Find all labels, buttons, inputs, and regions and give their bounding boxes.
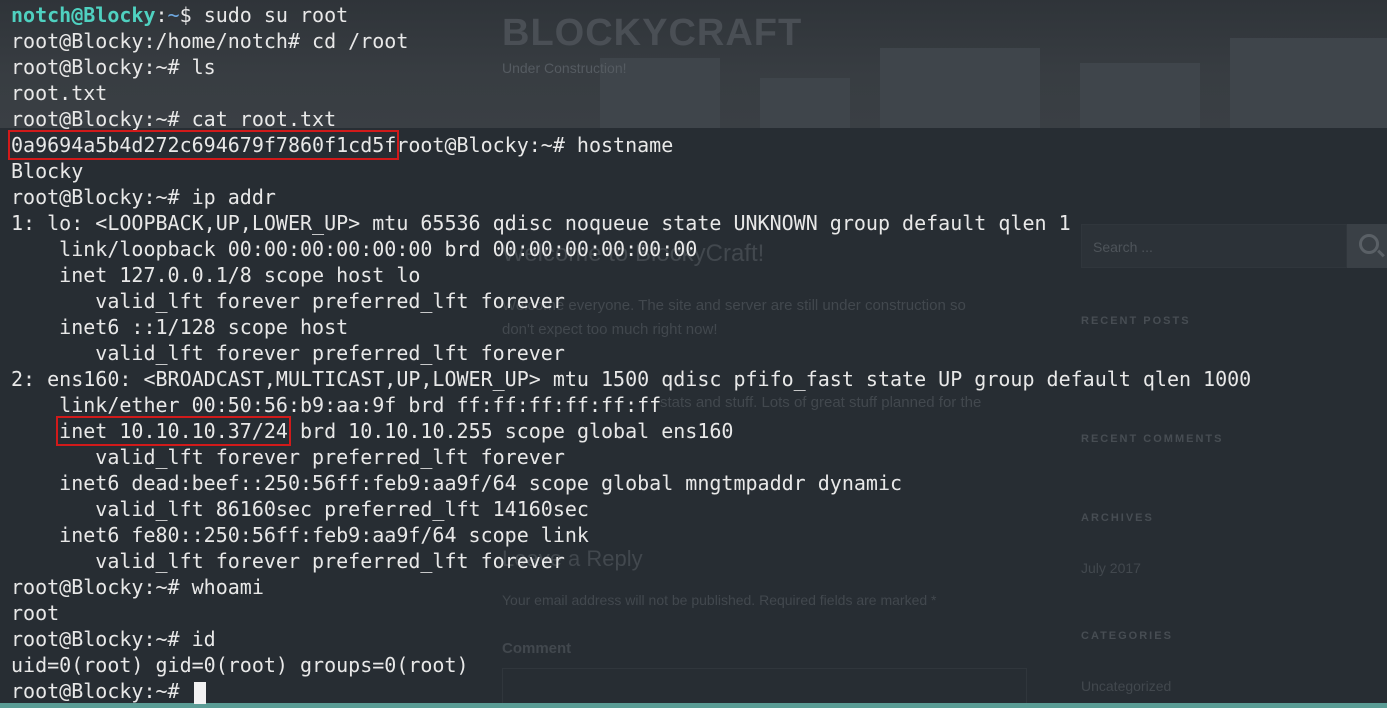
terminal-line: link/loopback 00:00:00:00:00:00 brd 00:0… [11,237,698,261]
terminal-line: root@Blocky:~# cat root.txt [11,107,337,131]
terminal-line: inet6 fe80::250:56ff:feb9:aa9f/64 scope … [11,523,589,547]
terminal-line: valid_lft forever preferred_lft forever [11,549,565,573]
terminal-line: uid=0(root) gid=0(root) groups=0(root) [11,653,469,677]
terminal-line: root@Blocky:/home/notch# cd /root [11,29,409,53]
terminal-line: 2: ens160: <BROADCAST,MULTICAST,UP,LOWER… [11,367,1252,391]
terminal-line: root@Blocky:~# ip addr [11,185,276,209]
terminal-line: link/ether 00:50:56:b9:aa:9f brd ff:ff:f… [11,393,662,417]
terminal-line: inet6 dead:beef::250:56ff:feb9:aa9f/64 s… [11,471,903,495]
terminal-line: 0a9694a5b4d272c694679f7860f1cd5froot@Blo… [7,130,674,160]
root-flag-highlight: 0a9694a5b4d272c694679f7860f1cd5f [7,130,400,160]
terminal-line: root.txt [11,81,108,105]
terminal-line: valid_lft forever preferred_lft forever [11,289,565,313]
terminal-line: root@Blocky:~# id [11,627,216,651]
terminal-line: inet 10.10.10.37/24 brd 10.10.10.255 sco… [56,416,734,446]
terminal-line: valid_lft forever preferred_lft forever [11,341,565,365]
terminal-line: valid_lft forever preferred_lft forever [11,445,565,469]
terminal-line: inet 127.0.0.1/8 scope host lo [11,263,421,287]
terminal-line: root@Blocky:~# whoami [11,575,264,599]
terminal-line: Blocky [11,159,84,183]
terminal-line: 1: lo: <LOOPBACK,UP,LOWER_UP> mtu 65536 … [11,211,1071,235]
terminal-line: notch@Blocky:~$ sudo su root [11,3,349,27]
ip-address-highlight: inet 10.10.10.37/24 [56,416,291,446]
terminal-line: root [11,601,60,625]
terminal-line: valid_lft 86160sec preferred_lft 14160se… [11,497,589,521]
terminal-line: inet6 ::1/128 scope host [11,315,349,339]
text-cursor [193,681,206,704]
terminal-output[interactable]: notch@Blocky:~$ sudo su root root@Blocky… [0,0,1387,708]
terminal-prompt[interactable]: root@Blocky:~# [11,678,206,704]
terminal-line: root@Blocky:~# ls [11,55,216,79]
